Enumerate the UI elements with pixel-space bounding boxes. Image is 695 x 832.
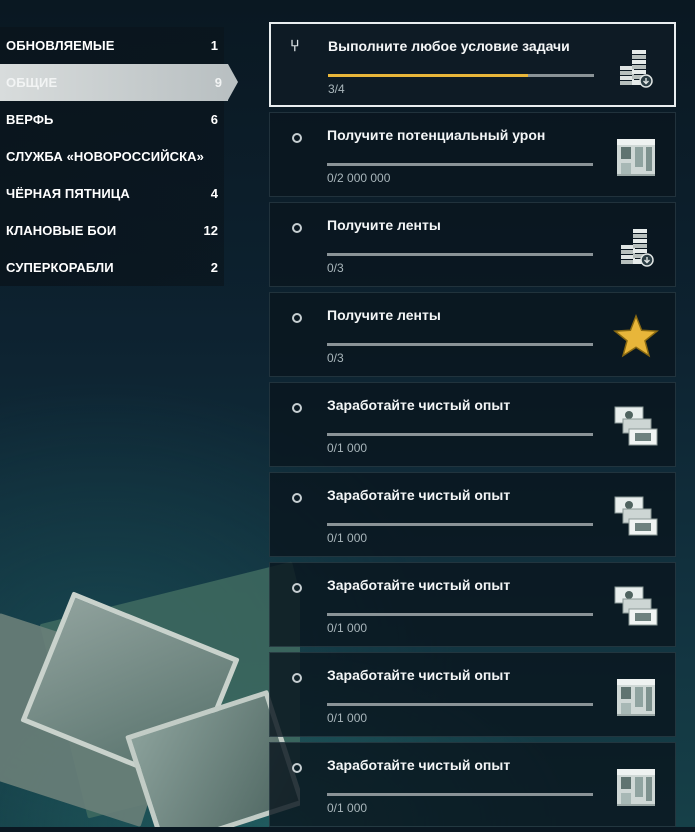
- star-icon: [613, 313, 659, 359]
- category-label: ОБНОВЛЯЕМЫЕ: [6, 38, 115, 53]
- credits-stack-icon: [613, 223, 659, 269]
- progress-bar: [327, 433, 593, 436]
- incomplete-circle-icon: [292, 493, 302, 503]
- category-black-friday[interactable]: ЧЁРНАЯ ПЯТНИЦА 4: [0, 175, 224, 212]
- category-novorossiysk-service[interactable]: СЛУЖБА «НОВОРОССИЙСКА»: [0, 138, 224, 175]
- container-icon: [613, 763, 659, 809]
- progress-bar: [327, 703, 593, 706]
- progress-text: 0/2 000 000: [327, 171, 391, 185]
- category-label: СУПЕРКОРАБЛИ: [6, 260, 114, 275]
- banknotes-icon: [613, 583, 659, 629]
- progress-bar: [327, 343, 593, 346]
- progress-bar: [327, 613, 593, 616]
- task-card[interactable]: Получите ленты 0/3: [269, 202, 676, 287]
- category-count: 2: [210, 260, 218, 275]
- progress-text: 0/1 000: [327, 621, 368, 635]
- task-card[interactable]: Получите ленты 0/3: [269, 292, 676, 377]
- task-card[interactable]: Заработайте чистый опыт 0/1 000: [269, 562, 676, 647]
- task-card[interactable]: Заработайте чистый опыт 0/1 000: [269, 652, 676, 737]
- task-card[interactable]: Получите потенциальный урон 0/2 000 000: [269, 112, 676, 197]
- task-title: Получите ленты: [327, 307, 441, 323]
- category-count: 9: [214, 75, 222, 90]
- task-title: Заработайте чистый опыт: [327, 757, 511, 773]
- incomplete-circle-icon: [292, 763, 302, 773]
- category-count: 12: [203, 223, 218, 238]
- credits-stack-icon: [612, 44, 658, 90]
- task-title: Выполните любое условие задачи: [328, 38, 570, 54]
- incomplete-circle-icon: [292, 133, 302, 143]
- task-list: ⑂ Выполните любое условие задачи 3/4 Получ…: [269, 22, 676, 832]
- task-title: Заработайте чистый опыт: [327, 397, 511, 413]
- progress-text: 0/1 000: [327, 531, 368, 545]
- category-label: КЛАНОВЫЕ БОИ: [6, 223, 117, 238]
- category-shipyard[interactable]: ВЕРФЬ 6: [0, 101, 224, 138]
- task-title: Заработайте чистый опыт: [327, 577, 511, 593]
- category-updatable[interactable]: ОБНОВЛЯЕМЫЕ 1: [0, 27, 224, 64]
- category-label: ВЕРФЬ: [6, 112, 54, 127]
- banknotes-icon: [613, 493, 659, 539]
- category-count: 4: [210, 186, 218, 201]
- task-title: Получите потенциальный урон: [327, 127, 546, 143]
- progress-bar: [328, 74, 594, 77]
- category-sidebar: ОБНОВЛЯЕМЫЕ 1 ОБЩИЕ 9 ВЕРФЬ 6 СЛУЖБА «НО…: [0, 27, 238, 286]
- progress-text: 3/4: [328, 82, 345, 96]
- incomplete-circle-icon: [292, 673, 302, 683]
- category-count: 1: [210, 38, 218, 53]
- category-label: СЛУЖБА «НОВОРОССИЙСКА»: [6, 149, 204, 164]
- progress-bar-fill: [328, 74, 528, 77]
- progress-text: 0/3: [327, 261, 344, 275]
- task-card[interactable]: Заработайте чистый опыт 0/1 000: [269, 472, 676, 557]
- container-icon: [613, 673, 659, 719]
- incomplete-circle-icon: [292, 223, 302, 233]
- task-title: Получите ленты: [327, 217, 441, 233]
- task-card[interactable]: Заработайте чистый опыт 0/1 000: [269, 742, 676, 827]
- banknotes-icon: [613, 403, 659, 449]
- category-count: 6: [210, 112, 218, 127]
- category-superships[interactable]: СУПЕРКОРАБЛИ 2: [0, 249, 224, 286]
- category-label: ОБЩИЕ: [6, 75, 58, 90]
- container-icon: [613, 133, 659, 179]
- branch-icon: ⑂: [290, 38, 300, 55]
- progress-text: 0/3: [327, 351, 344, 365]
- incomplete-circle-icon: [292, 313, 302, 323]
- progress-text: 0/1 000: [327, 801, 368, 815]
- category-clan-battles[interactable]: КЛАНОВЫЕ БОИ 12: [0, 212, 224, 249]
- progress-bar: [327, 523, 593, 526]
- progress-bar: [327, 253, 593, 256]
- task-card[interactable]: Заработайте чистый опыт 0/1 000: [269, 382, 676, 467]
- task-card[interactable]: ⑂ Выполните любое условие задачи 3/4: [269, 22, 676, 107]
- category-label: ЧЁРНАЯ ПЯТНИЦА: [6, 186, 130, 201]
- category-general[interactable]: ОБЩИЕ 9: [0, 64, 238, 101]
- incomplete-circle-icon: [292, 403, 302, 413]
- progress-text: 0/1 000: [327, 441, 368, 455]
- task-title: Заработайте чистый опыт: [327, 667, 511, 683]
- progress-text: 0/1 000: [327, 711, 368, 725]
- incomplete-circle-icon: [292, 583, 302, 593]
- background-maps-decoration: [0, 560, 300, 827]
- task-title: Заработайте чистый опыт: [327, 487, 511, 503]
- progress-bar: [327, 163, 593, 166]
- progress-bar: [327, 793, 593, 796]
